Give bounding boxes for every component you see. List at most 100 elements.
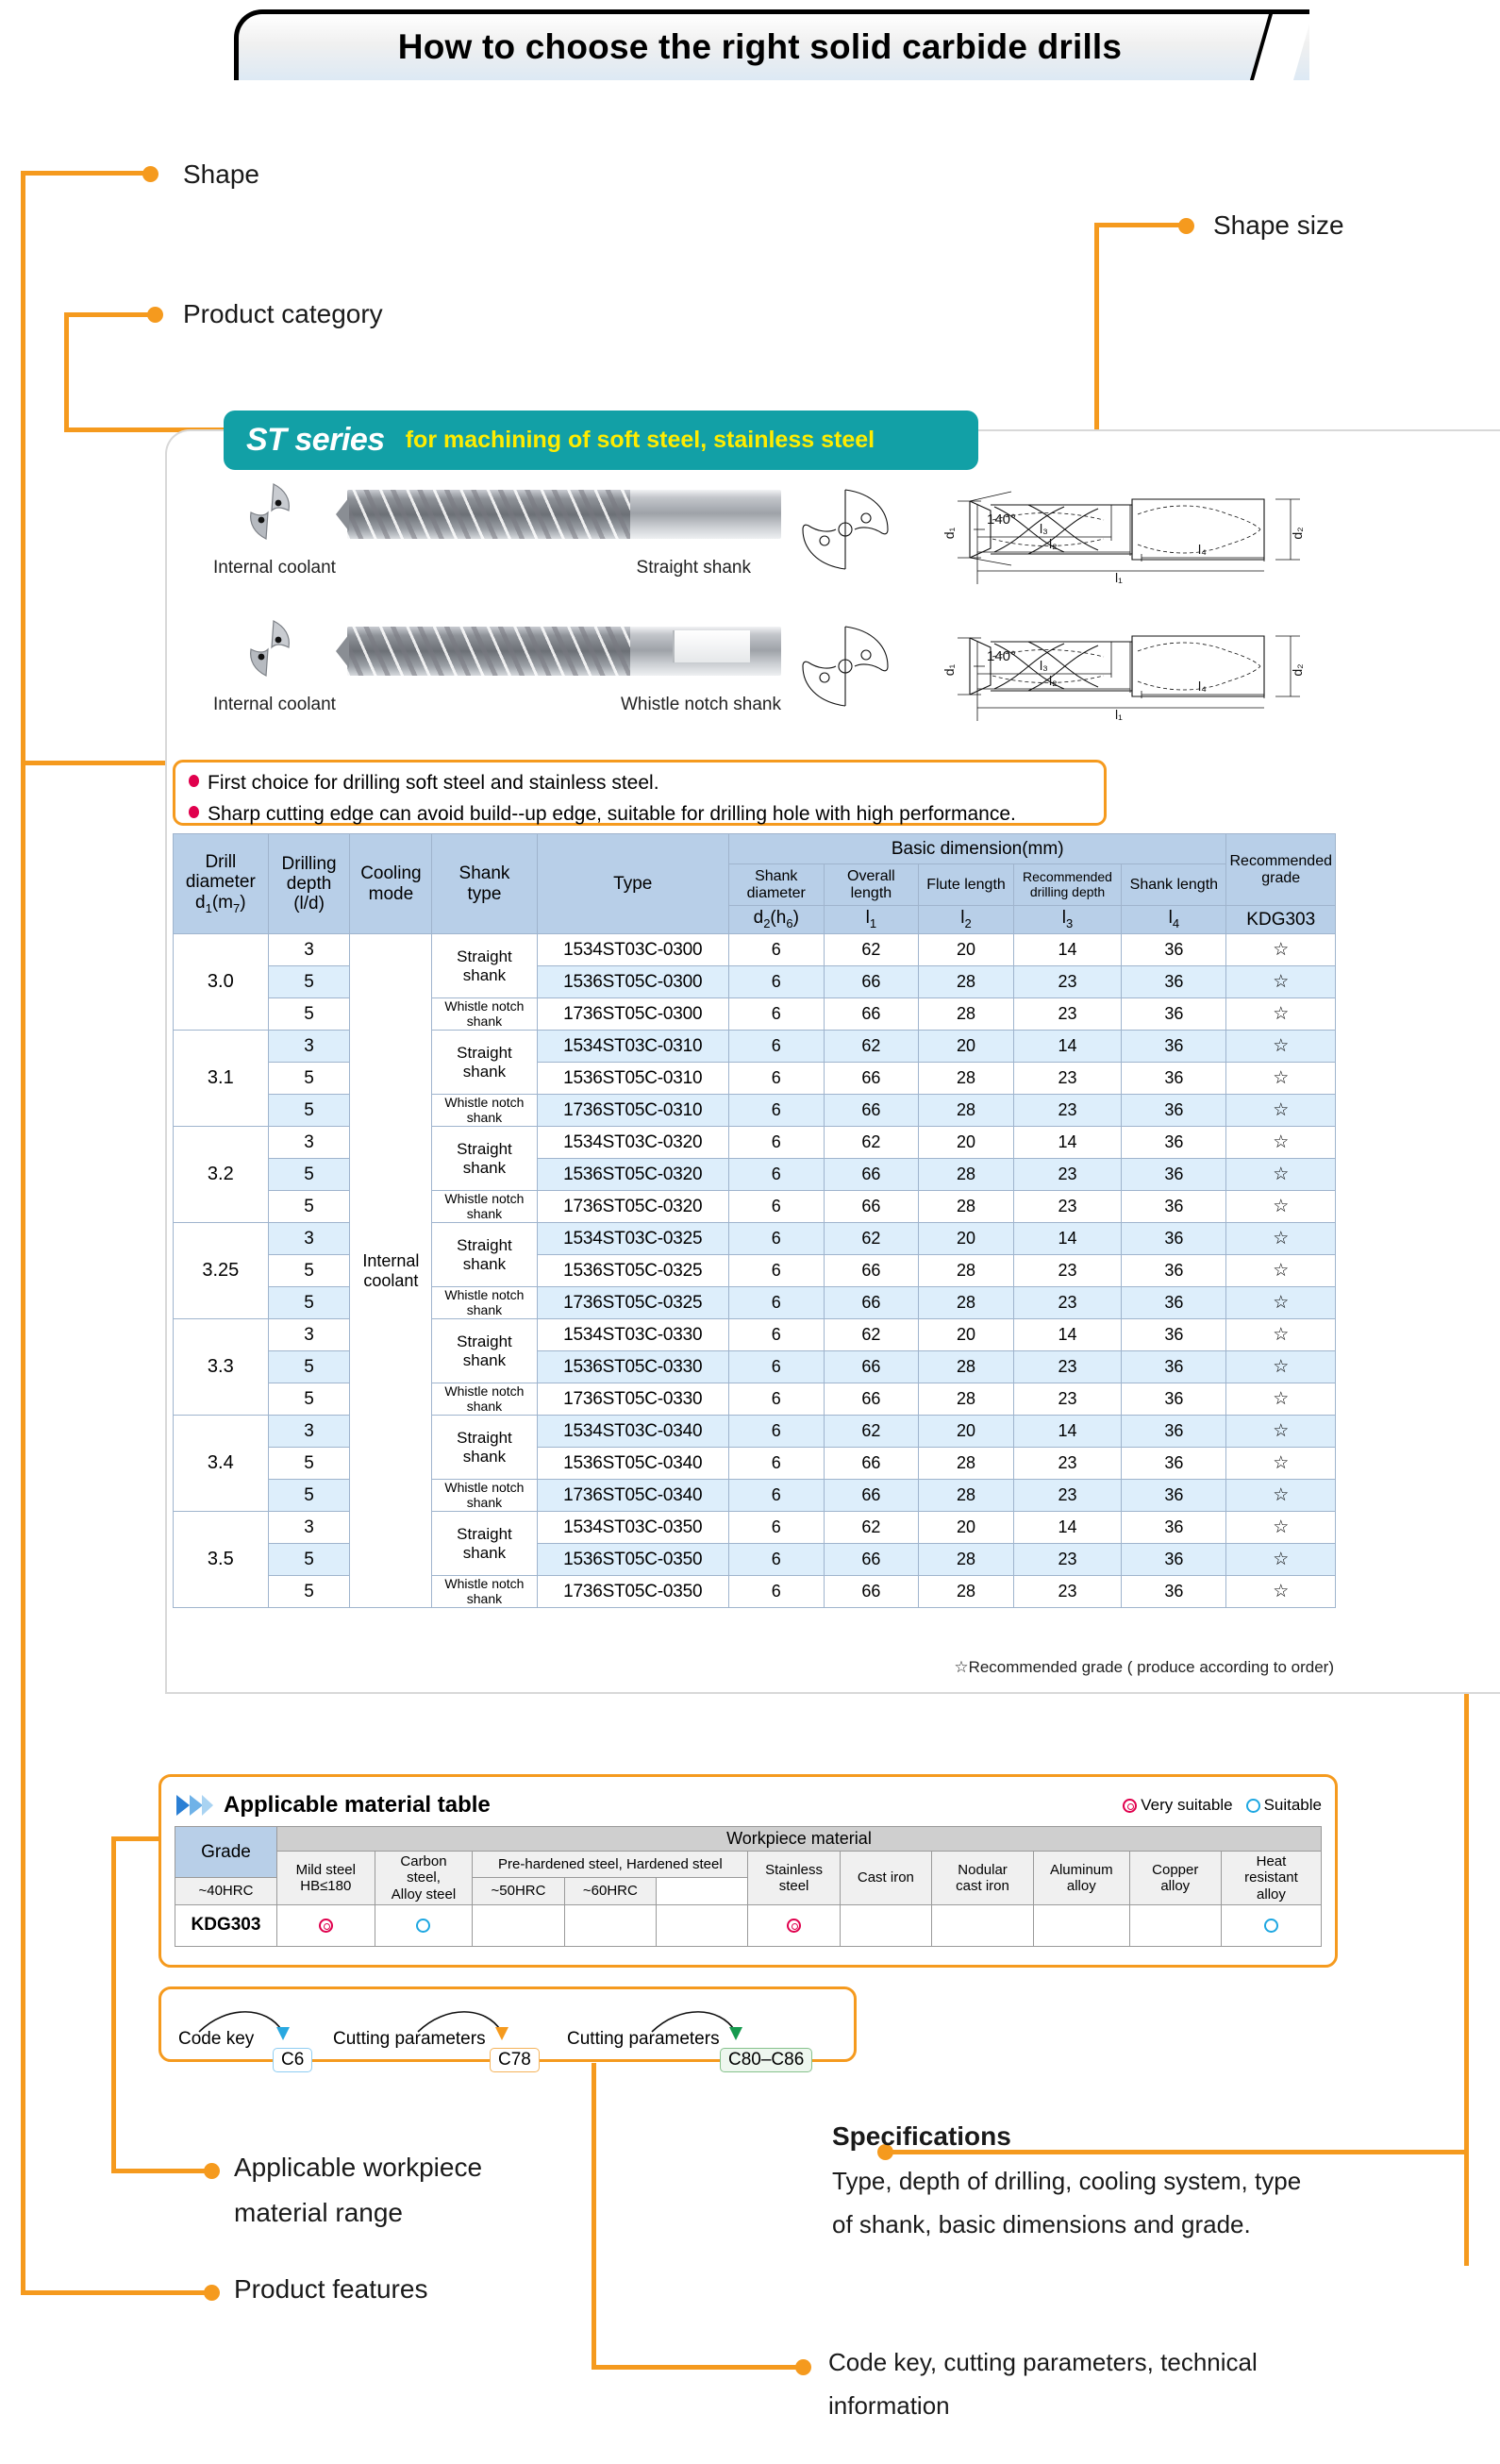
material-suitability-cell: [1128, 1903, 1222, 1947]
cell-shank-diameter: 6: [727, 933, 825, 966]
table-row: 5 1536ST05C-0340 6 66 28 23 36 ☆: [173, 1447, 1336, 1480]
table-row: 5 1536ST05C-0310 6 66 28 23 36 ☆: [173, 1062, 1336, 1095]
very-suitable-icon: [1123, 1798, 1138, 1813]
callout-specifications-line1: Type, depth of drilling, cooling system,…: [832, 2167, 1302, 2195]
dim-d2: d₂: [1290, 527, 1305, 539]
cell-drilling-depth: 5: [267, 1479, 351, 1512]
callout-label-specifications: Specifications: [832, 2121, 1011, 2151]
cell-flute-length: 20: [918, 1318, 1014, 1351]
cell-flute-length: 28: [918, 965, 1014, 998]
material-col-nodular-cast-iron: Nodular cast iron: [931, 1851, 1034, 1905]
cell-drill-diameter: 3.3: [173, 1318, 269, 1416]
cell-recommended-grade: ☆: [1225, 1543, 1336, 1576]
technical-drawing-straight: d₁ 140° l₃ l₂ l₁ l₄ d₂: [802, 489, 1305, 585]
cell-recommended-grade: ☆: [1225, 1030, 1336, 1063]
table-row: 3.4 3 Straight shank 1534ST03C-0340 6 62 20 14 36…: [173, 1415, 1336, 1512]
cell-shank-diameter: 6: [727, 1286, 825, 1319]
callout-line-shape-h: [21, 171, 148, 176]
callout-codekey-line2: information: [828, 2391, 950, 2420]
cell-shank-diameter: 6: [727, 1222, 825, 1255]
dim-angle: 140°: [987, 648, 1016, 664]
cell-type: 1534ST03C-0350: [536, 1511, 729, 1544]
series-description: for machining of soft steel, stainless s…: [405, 427, 875, 453]
product-row-straight-shank: Internal coolant Straight shank: [185, 477, 789, 595]
dim-l4: l₄: [1198, 679, 1207, 694]
callout-dot-shape: [142, 166, 158, 182]
material-workpiece-header: Workpiece material: [275, 1826, 1323, 1852]
dim-d1: d₁: [942, 663, 957, 676]
cell-recommended-grade: ☆: [1225, 1286, 1336, 1319]
cell-shank-type-whistle: Whistle notch shank: [431, 1286, 538, 1319]
material-col-aluminum-alloy: Aluminum alloy: [1033, 1851, 1130, 1905]
cell-overall-length: 66: [823, 997, 920, 1031]
cell-overall-length: 66: [823, 1286, 920, 1319]
cell-type: 1536ST05C-0320: [536, 1158, 729, 1191]
cell-shank-length: 36: [1121, 1318, 1227, 1351]
cell-type: 1736ST05C-0310: [536, 1094, 729, 1127]
cell-overall-length: 66: [823, 1447, 920, 1480]
feature-text: Sharp cutting edge can avoid build--up e…: [208, 802, 1016, 825]
cell-shank-diameter: 6: [727, 1511, 825, 1544]
cell-shank-type-straight: Straight shank: [431, 1222, 538, 1287]
header-cooling-mode: Cooling mode: [349, 833, 433, 934]
applicable-material-box: Applicable material table Very suitable …: [158, 1774, 1338, 1968]
cell-flute-length: 28: [918, 1543, 1014, 1576]
callout-label-shapesize: Shape size: [1213, 210, 1344, 240]
table-row: 5 1536ST05C-0330 6 66 28 23 36 ☆: [173, 1350, 1336, 1383]
cell-type: 1536ST05C-0330: [536, 1350, 729, 1383]
cell-shank-diameter: 6: [727, 1383, 825, 1416]
page-title-banner: How to choose the right solid carbide dr…: [234, 9, 1309, 80]
table-row: 5 1536ST05C-0350 6 66 28 23 36 ☆: [173, 1543, 1336, 1576]
cell-shank-length: 36: [1121, 997, 1227, 1031]
cell-flute-length: 20: [918, 1126, 1014, 1159]
cell-shank-type-straight: Straight shank: [431, 1126, 538, 1191]
cell-recommended-drilling-depth: 23: [1012, 1447, 1123, 1480]
bullet-icon: [189, 805, 199, 818]
callout-spine-left-foot: [21, 761, 172, 765]
cell-shank-length: 36: [1121, 1543, 1227, 1576]
cell-drill-diameter: 3.25: [173, 1222, 269, 1319]
bullet-icon: [189, 775, 199, 787]
material-col-heat-resistant-alloy: Heat resistant alloy: [1220, 1851, 1323, 1905]
material-col-cast-iron: Cast iron: [839, 1851, 933, 1905]
product-row-whistle-notch-shank: Internal coolant Whistle notch shank: [185, 613, 789, 731]
cell-shank-diameter: 6: [727, 1158, 825, 1191]
cell-recommended-drilling-depth: 23: [1012, 1543, 1123, 1576]
cell-flute-length: 28: [918, 1254, 1014, 1287]
feature-item: First choice for drilling soft steel and…: [189, 768, 1104, 799]
material-suitability-cell: [656, 1903, 749, 1947]
cell-drilling-depth: 5: [267, 1543, 351, 1576]
cell-shank-length: 36: [1121, 1158, 1227, 1191]
callout-spine-left-lower: [21, 761, 25, 2295]
cell-recommended-drilling-depth: 14: [1012, 933, 1123, 966]
callout-dot-material: [204, 2163, 220, 2179]
cell-drilling-depth: 5: [267, 1383, 351, 1416]
cell-drilling-depth: 3: [267, 933, 351, 966]
cell-cooling-mode: Internal coolant: [349, 933, 433, 1608]
cell-flute-length: 28: [918, 1158, 1014, 1191]
callout-line-material-v: [111, 1836, 116, 2172]
code-key-label-1: Cutting parameters: [333, 2029, 486, 2049]
series-name: ST series: [246, 422, 385, 458]
symbol-l3: l3: [1012, 905, 1123, 934]
cell-overall-length: 66: [823, 1254, 920, 1287]
table-row: 5 Whistle notch shank 1736ST05C-0310 6 66 28 23…: [173, 1094, 1336, 1127]
drill-shank-straight: [630, 490, 781, 539]
table-row: 3.0 3 Internal coolant Straight shank 1534ST03…: [173, 933, 1336, 1608]
cell-shank-length: 36: [1121, 1350, 1227, 1383]
cell-recommended-grade: ☆: [1225, 1511, 1336, 1544]
page-title: How to choose the right solid carbide dr…: [397, 27, 1123, 66]
double-chevron-icon: [175, 1793, 214, 1818]
callout-codekey-line1: Code key, cutting parameters, technical: [828, 2348, 1258, 2376]
very-suitable-icon: [318, 1919, 333, 1934]
callout-dot-codekey: [795, 2359, 811, 2375]
cell-shank-diameter: 6: [727, 1062, 825, 1095]
cell-shank-type-whistle: Whistle notch shank: [431, 1479, 538, 1512]
cell-shank-length: 36: [1121, 1254, 1227, 1287]
cell-recommended-grade: ☆: [1225, 1383, 1336, 1416]
header-shank-diameter: Shank diameter: [727, 863, 825, 906]
material-col-copper-alloy: Copper alloy: [1128, 1851, 1222, 1905]
cell-flute-length: 20: [918, 1511, 1014, 1544]
cell-recommended-drilling-depth: 14: [1012, 1030, 1123, 1063]
cell-flute-length: 28: [918, 1062, 1014, 1095]
